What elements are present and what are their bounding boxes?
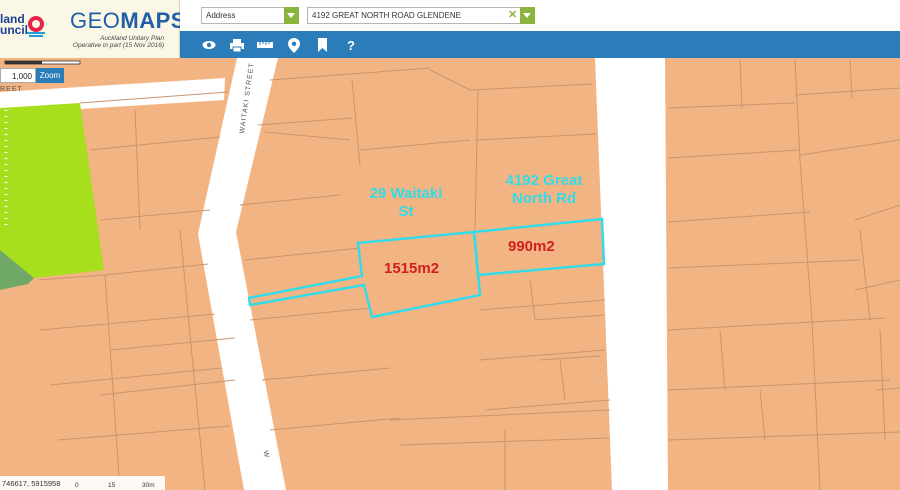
header: land uncil GEOMAPS Auckland Unitary Plan… <box>0 0 900 58</box>
scale-tick-0: 0 <box>75 482 79 489</box>
lot-4192-great-north-area: 990m2 <box>508 238 555 255</box>
geomaps-app: land uncil GEOMAPS Auckland Unitary Plan… <box>0 0 900 490</box>
lot-29-waitaki-label-line2: St <box>398 203 414 220</box>
plan-caption-line2: Operative in part (15 Nov 2016) <box>72 42 164 49</box>
street-label-bottom: W <box>261 450 270 459</box>
eye-icon[interactable] <box>201 37 217 53</box>
street-label-left: REET <box>0 86 23 93</box>
clear-search-icon[interactable]: ✕ <box>508 8 517 21</box>
bookmark-icon[interactable] <box>314 37 330 53</box>
scale-value[interactable]: 1,000 <box>0 68 36 83</box>
council-logo-icon <box>27 16 45 37</box>
scale-tick-30: 30m <box>142 482 155 489</box>
scale-bar <box>4 60 81 65</box>
address-dropdown-button[interactable] <box>520 7 535 24</box>
map-parcels[interactable] <box>0 58 900 490</box>
map-canvas[interactable]: 1,000 Zoom WAITAKI STREET REET W 29 Wait… <box>0 58 900 490</box>
scale-tick-15: 15 <box>108 482 116 489</box>
print-icon[interactable] <box>229 37 245 53</box>
app-logo-maps: MAPS <box>120 8 186 33</box>
lot-4192-great-north-label: 4192 Great North Rd <box>485 172 603 208</box>
app-logo[interactable]: GEOMAPS <box>70 8 186 34</box>
lot-29-waitaki-label: 29 Waitaki St <box>350 185 462 221</box>
plan-caption-line1: Auckland Unitary Plan <box>100 35 164 42</box>
measure-icon[interactable] <box>257 37 273 53</box>
coordinate-readout: 746617, 5915958 <box>0 476 165 490</box>
plan-caption: Auckland Unitary Plan Operative in part … <box>70 35 164 49</box>
scale-control: 1,000 Zoom <box>0 68 64 83</box>
address-search-input[interactable] <box>307 7 522 24</box>
app-logo-geo: GEO <box>70 8 121 33</box>
search-type-dropdown-button[interactable] <box>284 7 299 24</box>
toolbar: ? <box>180 31 900 58</box>
lot-29-waitaki-label-line1: 29 Waitaki <box>369 185 443 202</box>
lot-29-waitaki-area: 1515m2 <box>384 260 440 277</box>
map-pin-icon[interactable] <box>286 37 302 53</box>
brand-panel: land uncil GEOMAPS Auckland Unitary Plan… <box>0 0 185 58</box>
search-bar: Address ✕ <box>180 0 900 31</box>
lot-4192-great-north-label-line2: North Rd <box>511 190 577 207</box>
help-icon[interactable]: ? <box>343 37 359 53</box>
zoom-button[interactable]: Zoom <box>36 68 64 83</box>
lot-4192-great-north-label-line1: 4192 Great <box>505 172 583 189</box>
